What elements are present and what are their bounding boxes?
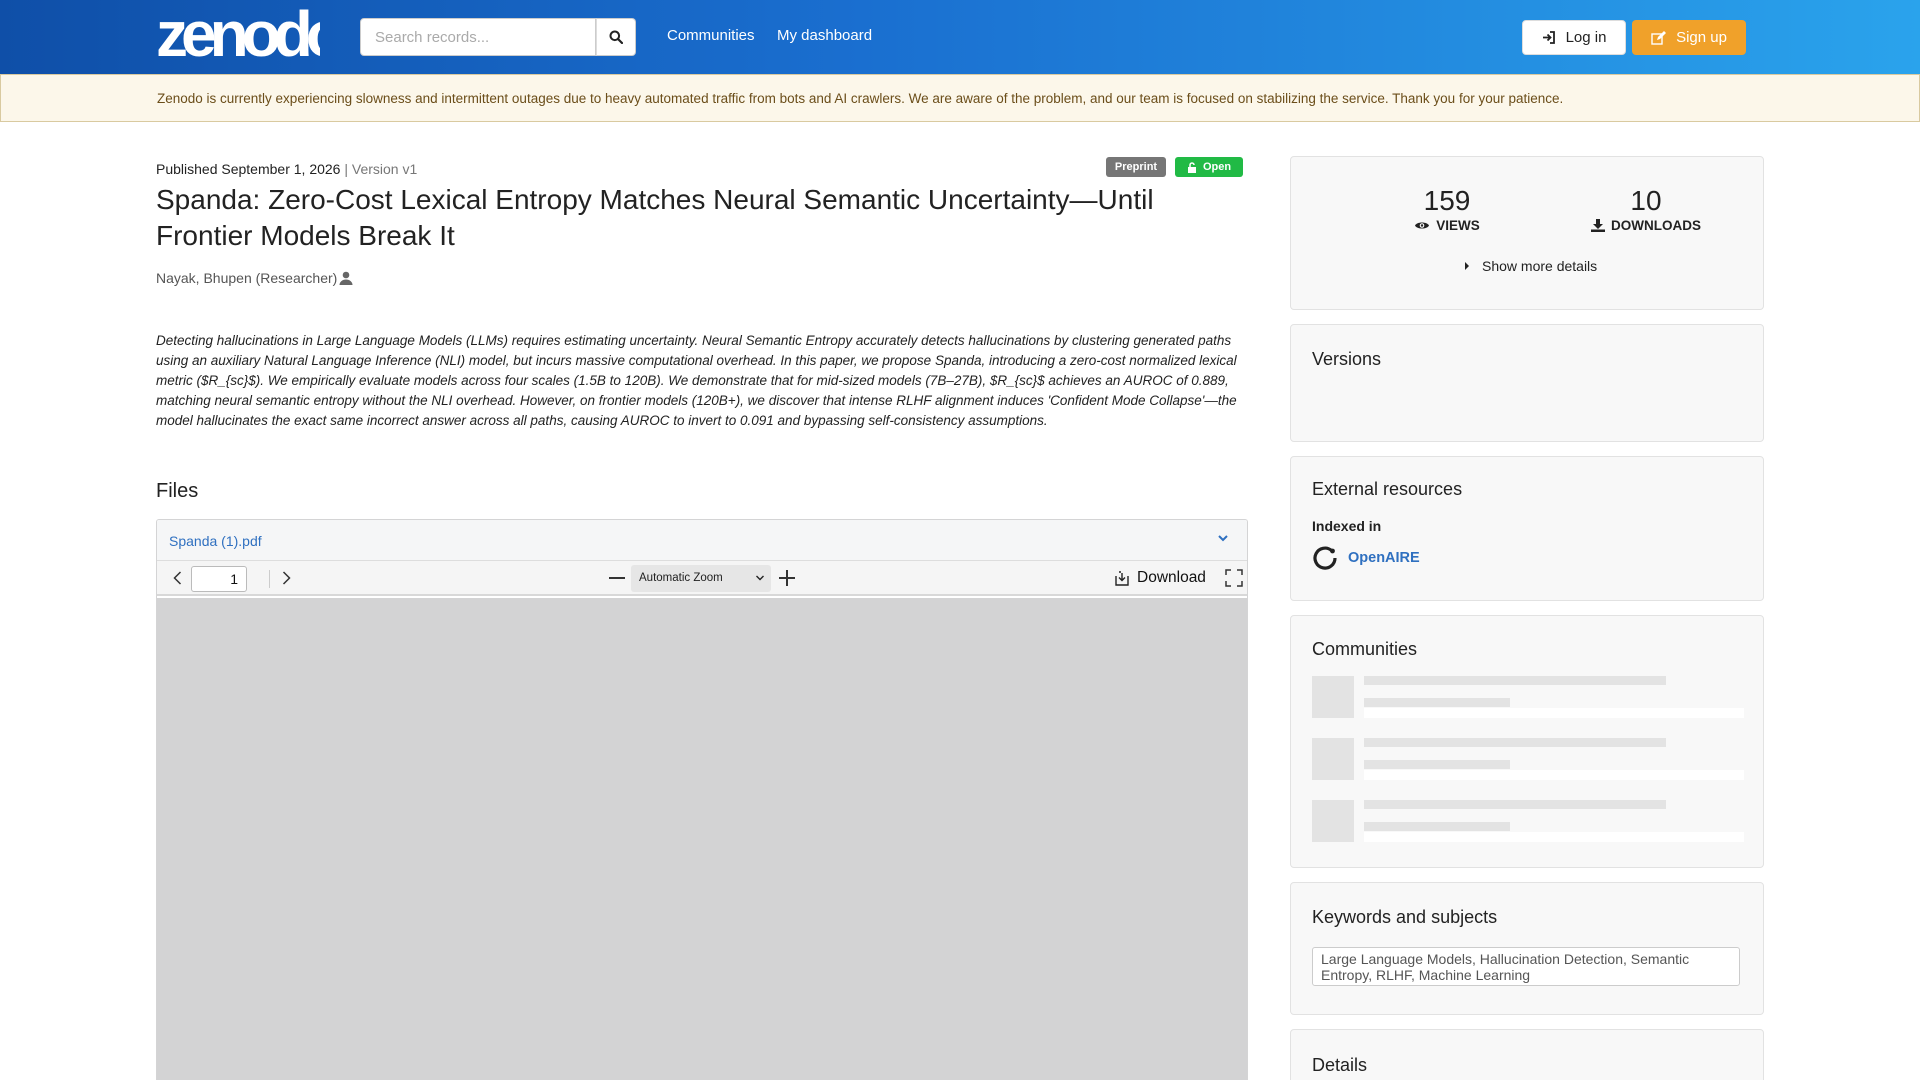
top-header: zenodo Communities My dashboard Log in S… <box>0 0 1920 74</box>
open-label: Open <box>1202 161 1232 173</box>
zoom-out-icon[interactable] <box>606 567 628 589</box>
views-label: VIEWS <box>1436 218 1480 233</box>
skeleton-line <box>1364 800 1666 809</box>
zenodo-logo[interactable]: zenodo <box>156 6 320 64</box>
signup-button[interactable]: Sign up <box>1632 20 1746 55</box>
file-preview: Spanda (1).pdf Automatic Zoom <box>156 519 1248 1080</box>
author-name: Nayak, Bhupen (Researcher) <box>156 270 338 286</box>
skeleton-line <box>1364 822 1510 831</box>
search-icon <box>609 30 623 44</box>
next-page-icon[interactable] <box>275 567 297 589</box>
downloads-stat: 10 DOWNLOADS <box>1571 186 1721 233</box>
chevron-down-icon <box>756 575 764 581</box>
outage-banner: Zenodo is currently experiencing slownes… <box>0 74 1920 122</box>
sign-in-icon <box>1542 31 1555 44</box>
skeleton-line <box>1364 770 1744 780</box>
skeleton-line <box>1364 760 1510 769</box>
eye-icon <box>1415 222 1430 229</box>
downloads-label: DOWNLOADS <box>1611 218 1701 233</box>
record-title: Spanda: Zero-Cost Lexical Entropy Matche… <box>156 184 1154 251</box>
version-label: Version v1 <box>351 161 418 177</box>
pdf-download-button[interactable]: Download <box>1114 567 1206 589</box>
separator: | <box>340 161 352 177</box>
show-more-label: Show more details <box>1482 258 1598 274</box>
search-button[interactable] <box>596 18 636 56</box>
external-resources-card: External resources Indexed in OpenAIRE <box>1290 456 1764 601</box>
open-access-badge: Open <box>1175 157 1243 177</box>
keywords-list: Large Language Models, Hallucination Det… <box>1312 947 1740 986</box>
views-stat: 159 VIEWS <box>1377 186 1517 233</box>
chevron-down-icon[interactable] <box>1217 533 1229 543</box>
login-label: Log in <box>1565 29 1607 46</box>
openaire-label: OpenAIRE <box>1348 550 1420 566</box>
communities-title: Communities <box>1312 639 1418 659</box>
edit-icon <box>1651 30 1667 45</box>
nav-communities[interactable]: Communities <box>667 27 755 44</box>
published-date: Published September 1, 2026 <box>156 161 341 177</box>
skeleton-avatar <box>1312 800 1354 842</box>
keywords-title: Keywords and subjects <box>1312 907 1498 927</box>
zoom-value: Automatic Zoom <box>639 572 723 584</box>
search-input[interactable] <box>360 18 596 56</box>
details-card: Details <box>1290 1029 1764 1080</box>
pdf-canvas[interactable] <box>157 598 1247 1080</box>
login-button[interactable]: Log in <box>1522 20 1626 55</box>
skeleton-line <box>1364 698 1510 707</box>
keywords-card: Keywords and subjects Large Language Mod… <box>1290 882 1764 1015</box>
views-label-row: VIEWS <box>1377 218 1517 233</box>
details-title: Details <box>1312 1055 1368 1075</box>
skeleton-avatar <box>1312 738 1354 780</box>
views-count: 159 <box>1423 185 1471 216</box>
banner-text: Zenodo is currently experiencing slownes… <box>157 91 1564 106</box>
page-number-input[interactable] <box>191 566 247 592</box>
openaire-link[interactable]: OpenAIRE <box>1312 545 1420 571</box>
openaire-logo-icon <box>1313 546 1337 570</box>
abstract: Detecting hallucinations in Large Langua… <box>156 333 1237 428</box>
fullscreen-icon[interactable] <box>1223 567 1245 589</box>
user-icon <box>339 271 353 285</box>
nav-my-dashboard[interactable]: My dashboard <box>777 27 872 44</box>
downloads-count: 10 <box>1630 185 1662 216</box>
signup-label: Sign up <box>1676 29 1727 46</box>
skeleton-avatar <box>1312 676 1354 718</box>
skeleton-line <box>1364 676 1666 685</box>
skeleton-line <box>1364 708 1744 718</box>
downloads-label-row: DOWNLOADS <box>1571 218 1721 233</box>
logo-text: zenodo <box>156 6 320 64</box>
preprint-badge: Preprint <box>1106 157 1166 177</box>
zoom-select[interactable]: Automatic Zoom <box>631 565 771 592</box>
show-more-details[interactable]: Show more details <box>1464 258 1597 274</box>
pdf-toolbar: Automatic Zoom Download <box>157 561 1247 596</box>
preprint-label: Preprint <box>1114 161 1158 173</box>
versions-card: Versions <box>1290 324 1764 442</box>
download-icon <box>1591 219 1605 232</box>
file-header[interactable]: Spanda (1).pdf <box>157 520 1247 561</box>
pdf-download-label: Download <box>1137 569 1206 586</box>
versions-title: Versions <box>1312 349 1382 369</box>
files-heading: Files <box>156 480 199 502</box>
download-icon <box>1115 570 1129 586</box>
indexed-in-label: Indexed in <box>1312 518 1382 534</box>
caret-right-icon <box>1465 262 1469 270</box>
external-resources-title: External resources <box>1312 479 1463 499</box>
file-name-link[interactable]: Spanda (1).pdf <box>169 533 262 549</box>
zoom-in-icon[interactable] <box>776 567 798 589</box>
stats-card: 159 VIEWS 10 DOWNLOADS Show more details <box>1290 156 1764 310</box>
communities-card: Communities <box>1290 615 1764 868</box>
unlock-icon <box>1187 161 1196 173</box>
skeleton-line <box>1364 738 1666 747</box>
publication-info: Published September 1, 2026 | Version v1 <box>156 161 417 177</box>
previous-page-icon[interactable] <box>167 567 189 589</box>
skeleton-line <box>1364 832 1744 842</box>
toolbar-divider <box>269 570 270 588</box>
author[interactable]: Nayak, Bhupen (Researcher) <box>156 270 353 286</box>
